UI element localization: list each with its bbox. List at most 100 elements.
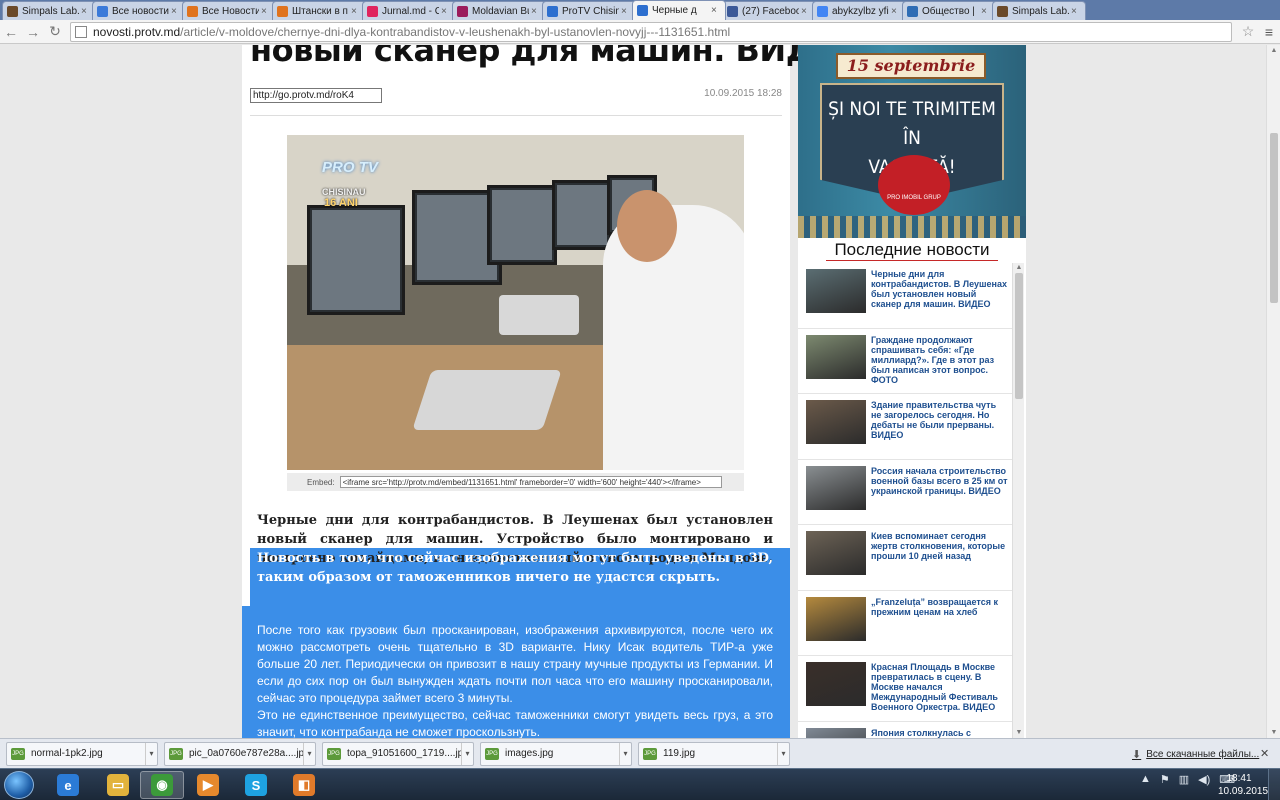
back-button[interactable]: ← [0, 21, 22, 43]
promo-banner[interactable]: 15 septembrie ȘI NOI TE TRIMITEM ÎN VACA… [798, 45, 1026, 238]
news-title-link[interactable]: Япония столкнулась с [871, 728, 1009, 738]
tab-label: abykzylbz yfi [832, 5, 889, 17]
tab-label: Общество | [922, 5, 975, 17]
taskbar-app-ie[interactable]: e [46, 771, 90, 799]
taskbar-app-explorer[interactable]: ▭ [96, 771, 140, 799]
news-item[interactable]: Россия начала строительство военной базы… [798, 460, 1013, 525]
embed-code-field[interactable]: <iframe src='http://protv.md/embed/11316… [339, 476, 722, 488]
browser-tab[interactable]: Simpals Lab. × [2, 1, 96, 20]
tab-close-icon[interactable]: × [261, 6, 271, 17]
google-icon [817, 5, 828, 17]
show-all-downloads-link[interactable]: ⬇ Все скачанные файлы... [1132, 739, 1259, 769]
browser-tab[interactable]: (27) Faceboo × [722, 1, 816, 20]
close-downloads-icon[interactable]: ✕ [1260, 747, 1269, 760]
clock[interactable]: 18:41 10.09.2015 [1218, 772, 1268, 798]
tab-close-icon[interactable]: × [711, 5, 721, 16]
tray-arrow-icon[interactable]: ▲ [1140, 773, 1151, 786]
news-thumbnail[interactable] [806, 531, 866, 575]
taskbar-app-skype[interactable]: S [234, 771, 278, 799]
news-title-link[interactable]: Граждане продолжают спрашивать себя: «Гд… [871, 335, 1009, 385]
download-item[interactable]: JPG pic_0a0760e787e28a....jpg ▾ [164, 741, 316, 766]
browser-tab[interactable]: Все Новости × [182, 1, 276, 20]
news-item[interactable]: Здание правительства чуть не загорелось … [798, 394, 1013, 460]
news-scroll-thumb[interactable] [1015, 273, 1023, 399]
tab-label: Simpals Lab. [22, 5, 79, 17]
news-title-link[interactable]: Россия начала строительство военной базы… [871, 466, 1009, 496]
address-bar[interactable]: novosti.protv.md/article/v-moldove/chern… [70, 21, 1232, 42]
short-link-field[interactable]: http://go.protv.md/roK4 [250, 88, 382, 103]
news-title-link[interactable]: Красная Площадь в Москве превратилась в … [871, 662, 1009, 712]
taskbar-app-mail[interactable]: ◧ [282, 771, 326, 799]
tab-close-icon[interactable]: × [351, 6, 361, 17]
page-scroll-thumb[interactable] [1270, 133, 1278, 303]
taskbar-app-media[interactable]: ▶ [186, 771, 230, 799]
download-menu-icon[interactable]: ▾ [461, 742, 473, 765]
forward-button[interactable]: → [22, 21, 44, 43]
browser-tab[interactable]: Штанcки в п × [272, 1, 366, 20]
menu-icon[interactable]: ≡ [1258, 24, 1280, 40]
news-thumbnail[interactable] [806, 465, 866, 510]
bookmark-star-icon[interactable]: ☆ [1238, 23, 1258, 40]
news-item[interactable]: Киев вспоминает сегодня жертв столкновен… [798, 525, 1013, 591]
tab-close-icon[interactable]: × [81, 6, 91, 17]
news-item[interactable]: Красная Площадь в Москве превратилась в … [798, 656, 1013, 722]
scroll-down-icon[interactable]: ▼ [1269, 729, 1279, 736]
explorer-icon: ▭ [107, 774, 129, 796]
tab-close-icon[interactable]: × [621, 6, 631, 17]
browser-tab[interactable]: Общество | × [902, 1, 996, 20]
browser-tab[interactable]: Simpals Lab. × [992, 1, 1086, 20]
browser-tab[interactable]: Jurnal.md - С × [362, 1, 456, 20]
news-title-link[interactable]: „Franzeluța” возвращается к прежним цена… [871, 597, 1009, 617]
news-thumbnail[interactable] [806, 596, 866, 641]
page-scrollbar[interactable]: ▲ ▼ [1266, 45, 1280, 738]
news-thumbnail[interactable] [806, 269, 866, 313]
tab-label: Simpals Lab. [1012, 5, 1069, 17]
news-scrollbar[interactable]: ▲ ▼ [1012, 263, 1024, 738]
news-item[interactable]: „Franzeluța” возвращается к прежним цена… [798, 591, 1013, 656]
tab-close-icon[interactable]: × [891, 6, 901, 17]
news-item[interactable]: Граждане продолжают спрашивать себя: «Гд… [798, 329, 1013, 394]
video-player[interactable]: PRO TV CHISINAU 16 ANI [287, 135, 744, 470]
browser-tab[interactable]: Все новости × [92, 1, 186, 20]
volume-icon[interactable]: ◀) [1198, 773, 1210, 786]
download-item[interactable]: JPG topa_91051600_1719....jpg ▾ [322, 741, 474, 766]
scroll-down-icon[interactable]: ▼ [1014, 729, 1024, 737]
news-thumbnail[interactable] [806, 727, 866, 738]
start-button[interactable] [4, 771, 34, 799]
flag-icon[interactable]: ⚑ [1160, 773, 1170, 786]
scroll-up-icon[interactable]: ▲ [1269, 47, 1279, 54]
publish-date: 10.09.2015 18:28 [704, 88, 782, 99]
news-thumbnail[interactable] [806, 662, 866, 706]
download-menu-icon[interactable]: ▾ [145, 742, 157, 765]
reload-button[interactable]: ↻ [44, 21, 66, 43]
tab-close-icon[interactable]: × [531, 6, 541, 17]
download-item[interactable]: JPG normal-1pk2.jpg ▾ [6, 741, 158, 766]
taskbar-app-chrome[interactable]: ◉ [140, 771, 184, 799]
download-item[interactable]: JPG 119.jpg ▾ [638, 741, 790, 766]
browser-tab[interactable]: ProTV Chisin × [542, 1, 636, 20]
download-menu-icon[interactable]: ▾ [777, 742, 789, 765]
news-item[interactable]: Япония столкнулась с [798, 722, 1013, 738]
download-menu-icon[interactable]: ▾ [303, 742, 315, 765]
news-title-link[interactable]: Здание правительства чуть не загорелось … [871, 400, 1009, 440]
tab-close-icon[interactable]: × [981, 6, 991, 17]
news-title-link[interactable]: Черные дни для контрабандистов. В Леушен… [871, 269, 1009, 309]
browser-tab[interactable]: Moldavian Bu × [452, 1, 546, 20]
scroll-up-icon[interactable]: ▲ [1014, 264, 1024, 272]
tab-close-icon[interactable]: × [441, 6, 451, 17]
tab-close-icon[interactable]: × [1071, 6, 1081, 17]
news-item[interactable]: Черные дни для контрабандистов. В Леушен… [798, 263, 1013, 329]
tab-close-icon[interactable]: × [801, 6, 811, 17]
news-thumbnail[interactable] [806, 334, 866, 379]
download-item[interactable]: JPG images.jpg ▾ [480, 741, 632, 766]
show-desktop-button[interactable] [1268, 769, 1280, 800]
image-file-icon: JPG [643, 747, 657, 760]
latest-news-heading: Последние новости [834, 240, 990, 259]
download-menu-icon[interactable]: ▾ [619, 742, 631, 765]
network-icon[interactable]: ▥ [1179, 773, 1189, 786]
news-title-link[interactable]: Киев вспоминает сегодня жертв столкновен… [871, 531, 1009, 561]
browser-tab[interactable]: Черные д × [632, 0, 726, 20]
browser-tab[interactable]: abykzylbz yfi × [812, 1, 906, 20]
tab-close-icon[interactable]: × [171, 6, 181, 17]
news-thumbnail[interactable] [806, 400, 866, 444]
